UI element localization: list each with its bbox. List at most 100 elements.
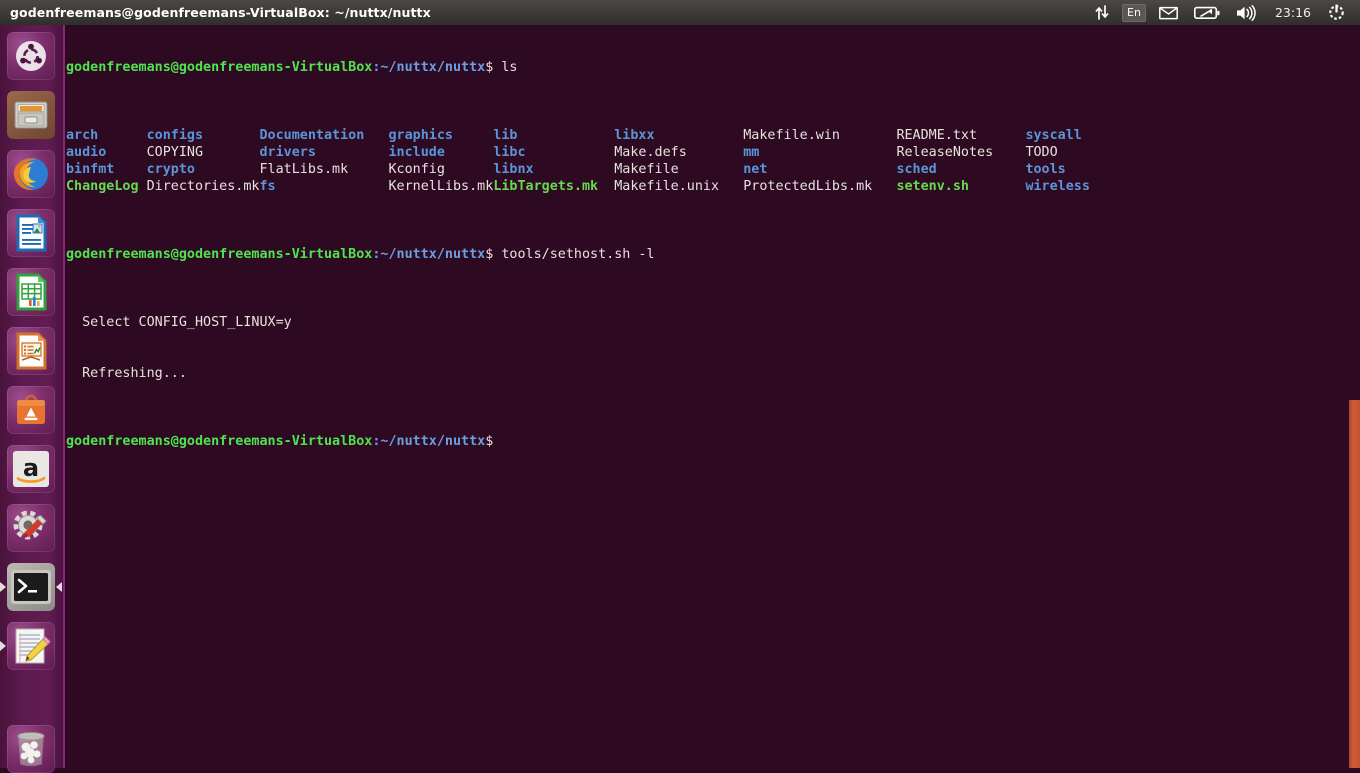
terminal-scrollbar-thumb[interactable] bbox=[1349, 400, 1360, 768]
ls-entry: crypto bbox=[146, 162, 260, 177]
launcher-item-trash[interactable] bbox=[7, 725, 55, 773]
ls-entry: include bbox=[388, 145, 494, 160]
ls-entry: Makefile.unix bbox=[614, 179, 744, 194]
system-tray: En 23:16 bbox=[1088, 0, 1360, 25]
ls-entry: mm bbox=[743, 145, 897, 160]
ls-entry: ProtectedLibs.mk bbox=[743, 179, 897, 194]
terminal-window[interactable]: godenfreemans@godenfreemans-VirtualBox:~… bbox=[63, 25, 1360, 768]
window-title: godenfreemans@godenfreemans-VirtualBox: … bbox=[10, 5, 431, 20]
ls-entry: sched bbox=[896, 162, 1026, 177]
launcher-item-firefox[interactable] bbox=[7, 150, 55, 198]
terminal-icon bbox=[7, 563, 55, 611]
ls-entry: wireless bbox=[1025, 179, 1090, 194]
launcher-item-libreoffice-writer[interactable] bbox=[7, 209, 55, 257]
ls-entry: README.txt bbox=[896, 128, 1026, 143]
ls-row: arch configs Documentation graphics lib … bbox=[66, 127, 1090, 144]
ls-entry: LibTargets.mk bbox=[493, 179, 615, 194]
text-editor-running-indicator bbox=[0, 641, 6, 651]
prompt-user-host-3: godenfreemans@godenfreemans-VirtualBox bbox=[66, 434, 373, 449]
libreoffice-impress-icon bbox=[7, 327, 55, 375]
terminal-scrollbar[interactable] bbox=[1348, 25, 1360, 768]
ls-entry: net bbox=[743, 162, 897, 177]
keyboard-layout-indicator[interactable]: En bbox=[1122, 3, 1146, 22]
launcher-item-amazon[interactable]: a bbox=[7, 445, 55, 493]
ls-entry: libnx bbox=[493, 162, 615, 177]
volume-icon[interactable] bbox=[1229, 0, 1265, 25]
launcher-item-software-center[interactable] bbox=[7, 386, 55, 434]
launcher-item-libreoffice-impress[interactable] bbox=[7, 327, 55, 375]
prompt-path-3: :~/nuttx/nuttx bbox=[372, 434, 486, 449]
prompt-path: :~/nuttx/nuttx bbox=[372, 60, 486, 75]
firefox-icon bbox=[7, 150, 55, 198]
text-editor-icon bbox=[7, 622, 55, 670]
ls-entry: Documentation bbox=[259, 128, 389, 143]
prompt-tail-3: $ bbox=[485, 434, 502, 449]
ls-entry: Makefile bbox=[614, 162, 744, 177]
output-select-line: Select CONFIG_HOST_LINUX=y bbox=[66, 315, 292, 330]
launcher-item-terminal[interactable] bbox=[7, 563, 55, 611]
ls-entry: Makefile.win bbox=[743, 128, 897, 143]
libreoffice-calc-icon bbox=[7, 268, 55, 316]
ls-entry: Kconfig bbox=[388, 162, 494, 177]
battery-icon[interactable] bbox=[1187, 0, 1227, 25]
ls-entry: ChangeLog bbox=[66, 179, 147, 194]
ls-entry: FlatLibs.mk bbox=[259, 162, 389, 177]
terminal-prompt-line-1: godenfreemans@godenfreemans-VirtualBox:~… bbox=[66, 59, 1090, 76]
prompt-user-host: godenfreemans@godenfreemans-VirtualBox bbox=[66, 60, 373, 75]
ls-output-block: arch configs Documentation graphics lib … bbox=[66, 127, 1090, 195]
ls-entry: libc bbox=[493, 145, 615, 160]
ls-entry: binfmt bbox=[66, 162, 147, 177]
ls-entry: ReleaseNotes bbox=[896, 145, 1026, 160]
ubuntu-dash-icon bbox=[7, 32, 55, 80]
output-refreshing-line: Refreshing... bbox=[66, 366, 187, 381]
prompt-tail-2: $ bbox=[485, 247, 502, 262]
network-icon[interactable] bbox=[1088, 0, 1116, 25]
files-icon bbox=[7, 91, 55, 139]
terminal-output: godenfreemans@godenfreemans-VirtualBox:~… bbox=[66, 25, 1090, 484]
mail-icon[interactable] bbox=[1152, 0, 1185, 25]
ls-entry: syscall bbox=[1025, 128, 1082, 143]
libreoffice-writer-icon bbox=[7, 209, 55, 257]
ls-entry: audio bbox=[66, 145, 147, 160]
unity-launcher: a bbox=[0, 25, 63, 773]
launcher-item-files[interactable] bbox=[7, 91, 55, 139]
clock[interactable]: 23:16 bbox=[1267, 5, 1319, 20]
prompt-tail-1: $ bbox=[485, 60, 502, 75]
prompt-user-host-2: godenfreemans@godenfreemans-VirtualBox bbox=[66, 247, 373, 262]
ls-row: audio COPYING drivers include libc Make.… bbox=[66, 144, 1090, 161]
ls-entry: lib bbox=[493, 128, 615, 143]
ls-entry: setenv.sh bbox=[896, 179, 1026, 194]
terminal-left-border bbox=[63, 25, 65, 768]
launcher-item-ubuntu-dash[interactable] bbox=[7, 32, 55, 80]
command-sethost: tools/sethost.sh -l bbox=[501, 247, 655, 262]
trash-icon bbox=[7, 725, 55, 773]
terminal-prompt-line-2: godenfreemans@godenfreemans-VirtualBox:~… bbox=[66, 246, 1090, 263]
prompt-path-2: :~/nuttx/nuttx bbox=[372, 247, 486, 262]
session-gear-icon[interactable] bbox=[1321, 0, 1352, 25]
ls-entry: tools bbox=[1025, 162, 1066, 177]
launcher-item-text-editor[interactable] bbox=[7, 622, 55, 670]
ls-entry: drivers bbox=[259, 145, 389, 160]
software-center-icon bbox=[7, 386, 55, 434]
command-ls: ls bbox=[501, 60, 518, 75]
svg-text:a: a bbox=[23, 454, 39, 482]
ls-entry: configs bbox=[146, 128, 260, 143]
terminal-running-indicator bbox=[0, 582, 6, 592]
terminal-prompt-line-3: godenfreemans@godenfreemans-VirtualBox:~… bbox=[66, 433, 1090, 450]
ls-entry: graphics bbox=[388, 128, 494, 143]
ls-entry: KernelLibs.mk bbox=[388, 179, 494, 194]
ls-entry: COPYING bbox=[146, 145, 260, 160]
ls-entry: fs bbox=[259, 179, 389, 194]
terminal-focused-indicator bbox=[56, 582, 62, 592]
ls-row: binfmt crypto FlatLibs.mk Kconfig libnx … bbox=[66, 161, 1090, 178]
ls-entry: arch bbox=[66, 128, 147, 143]
launcher-item-system-settings[interactable] bbox=[7, 504, 55, 552]
ls-row: ChangeLog Directories.mkfs KernelLibs.mk… bbox=[66, 178, 1090, 195]
top-panel: godenfreemans@godenfreemans-VirtualBox: … bbox=[0, 0, 1360, 25]
amazon-icon: a bbox=[7, 445, 55, 493]
ls-entry: Directories.mk bbox=[146, 179, 260, 194]
ls-entry: libxx bbox=[614, 128, 744, 143]
launcher-item-libreoffice-calc[interactable] bbox=[7, 268, 55, 316]
ls-entry: Make.defs bbox=[614, 145, 744, 160]
ls-entry: TODO bbox=[1025, 145, 1058, 160]
